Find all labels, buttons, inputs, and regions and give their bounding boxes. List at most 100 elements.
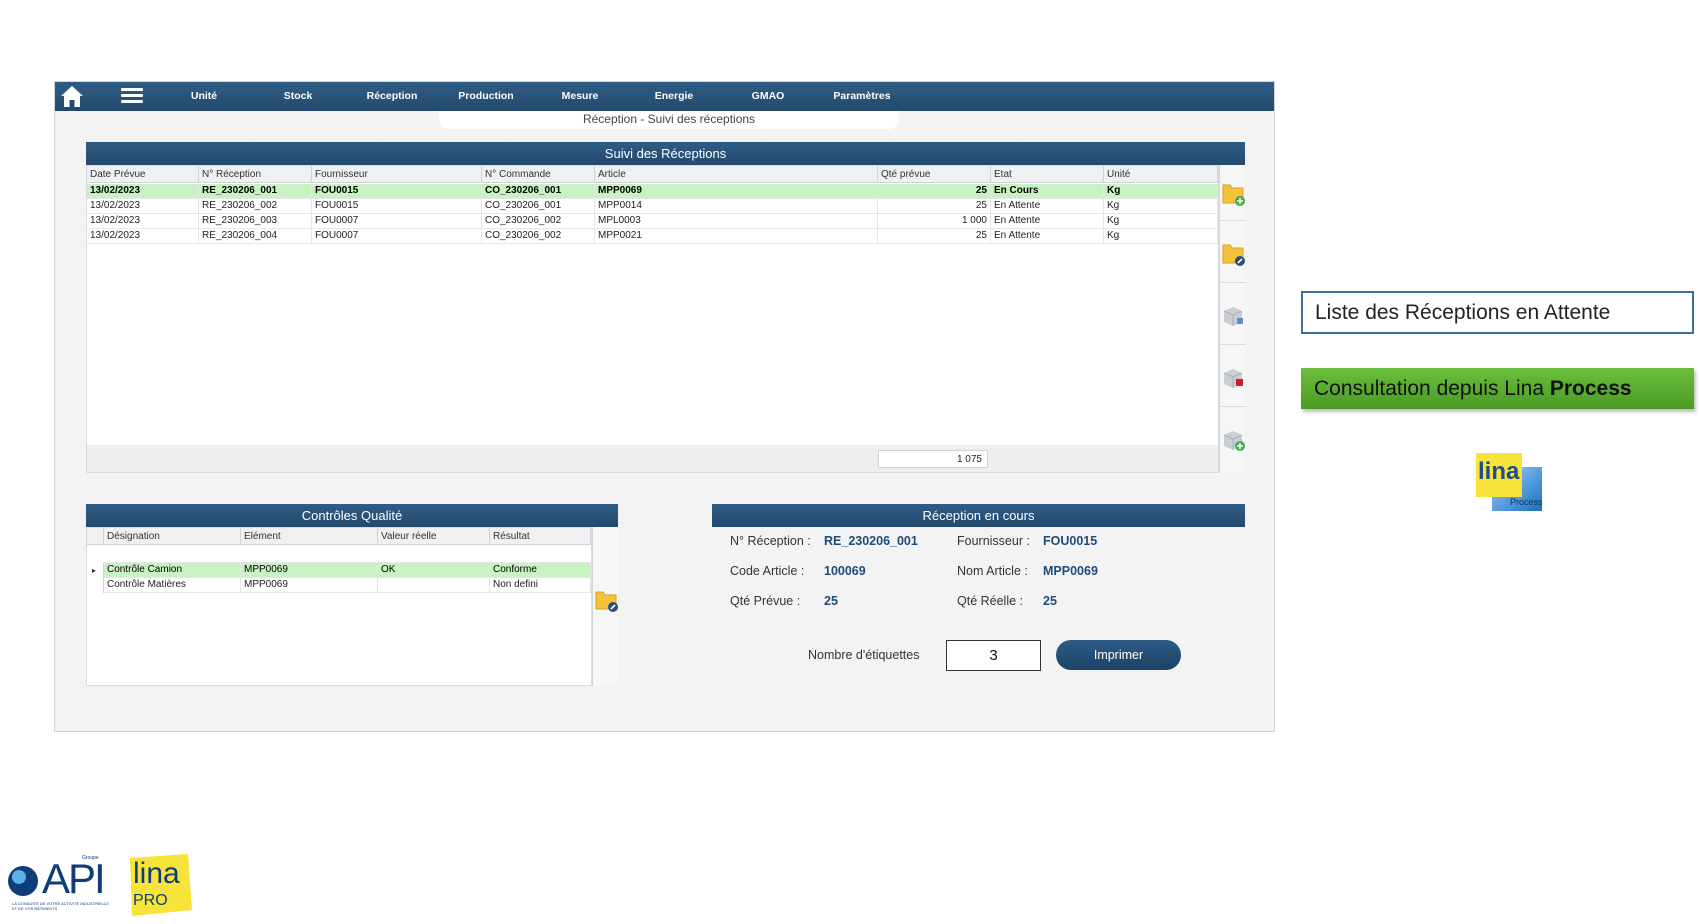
lina-process-logo: lina Process <box>1474 449 1546 515</box>
home-icon[interactable] <box>59 84 85 109</box>
col-qte-prevue[interactable]: Qté prévue <box>878 166 991 183</box>
reception-en-cours-title: Réception en cours <box>712 504 1245 527</box>
box-delete-icon[interactable] <box>1220 351 1246 407</box>
edit-folder-icon[interactable] <box>593 589 619 645</box>
lina-pro-text: lina <box>133 857 180 890</box>
col-element[interactable]: Elément <box>241 528 378 545</box>
col-valeur-reelle[interactable]: Valeur réelle <box>378 528 490 545</box>
cell-commande: CO_230206_001 <box>482 184 595 198</box>
cell-fournisseur: FOU0007 <box>312 214 482 228</box>
table-footer: 1 075 <box>86 445 1219 473</box>
table-header: Date Prévue N° Réception Fournisseur N° … <box>87 166 1218 183</box>
box-view-icon[interactable] <box>1220 289 1246 345</box>
table-row[interactable]: 13/02/2023 RE_230206_004 FOU0007 CO_2302… <box>87 229 1218 244</box>
nav-mesure[interactable]: Mesure <box>533 82 627 111</box>
cell-commande: CO_230206_001 <box>482 199 595 213</box>
cell-unite: Kg <box>1104 199 1218 213</box>
cell-date: 13/02/2023 <box>87 199 199 213</box>
cell-etat: En Attente <box>991 214 1104 228</box>
no-reception-value: RE_230206_001 <box>824 534 918 548</box>
cell-reception: RE_230206_001 <box>199 184 312 198</box>
print-button[interactable]: Imprimer <box>1056 640 1181 670</box>
code-article-value: 100069 <box>824 564 866 578</box>
cell-unite: Kg <box>1104 184 1218 198</box>
fournisseur-value: FOU0015 <box>1043 534 1098 548</box>
cell-qte: 25 <box>878 229 991 243</box>
nom-article-value: MPP0069 <box>1043 564 1098 578</box>
table-row[interactable]: 13/02/2023 RE_230206_003 FOU0007 CO_2302… <box>87 214 1218 229</box>
nom-article-label: Nom Article : <box>957 564 1028 578</box>
table-header: Désignation Elément Valeur réelle Résult… <box>87 528 591 545</box>
cell-unite: Kg <box>1104 229 1218 243</box>
api-logo: API Groupe LA CONDUITE DE VOTRE ACTIVITÉ… <box>4 855 114 915</box>
nav-reception[interactable]: Réception <box>345 82 439 111</box>
row-pointer-icon: ▸ <box>92 566 97 575</box>
controles-qualite-title: Contrôles Qualité <box>86 504 618 527</box>
code-article-label: Code Article : <box>730 564 805 578</box>
table-row[interactable]: Contrôle Camion MPP0069 OK Conforme <box>104 563 591 578</box>
col-date-prevue[interactable]: Date Prévue <box>87 166 199 183</box>
consultation-callout-bold: Process <box>1549 377 1632 400</box>
page-subtitle: Réception - Suivi des réceptions <box>439 111 899 129</box>
cell-etat: En Attente <box>991 199 1104 213</box>
no-reception-label: N° Réception : <box>730 534 811 548</box>
cell-fournisseur: FOU0015 <box>312 199 482 213</box>
nav-gmao[interactable]: GMAO <box>721 82 815 111</box>
col-resultat[interactable]: Résultat <box>490 528 591 545</box>
cell-valeur <box>378 578 490 592</box>
add-folder-icon[interactable] <box>1220 165 1246 221</box>
table-row[interactable]: 13/02/2023 RE_230206_002 FOU0015 CO_2302… <box>87 199 1218 214</box>
cell-reception: RE_230206_003 <box>199 214 312 228</box>
api-logo-tagline: LA CONDUITE DE VOTRE ACTIVITÉ INDUSTRIEL… <box>12 901 109 911</box>
nav-energie[interactable]: Energie <box>627 82 721 111</box>
cell-article: MPP0069 <box>595 184 878 198</box>
nav-parametres[interactable]: Paramètres <box>815 82 909 111</box>
nav-unite[interactable]: Unité <box>157 82 251 111</box>
cell-resultat: Non defini <box>490 578 591 592</box>
cell-reception: RE_230206_004 <box>199 229 312 243</box>
qte-reelle-value: 25 <box>1043 594 1057 608</box>
edit-folder-icon[interactable] <box>1220 227 1246 283</box>
qte-total: 1 075 <box>878 450 988 468</box>
cell-date: 13/02/2023 <box>87 214 199 228</box>
cell-qte: 25 <box>878 184 991 198</box>
qte-reelle-label: Qté Réelle : <box>957 594 1024 608</box>
cell-article: MPP0014 <box>595 199 878 213</box>
col-no-commande[interactable]: N° Commande <box>482 166 595 183</box>
etiquettes-input[interactable]: 3 <box>946 640 1041 671</box>
cell-commande: CO_230206_002 <box>482 214 595 228</box>
cell-etat: En Attente <box>991 229 1104 243</box>
nav-stock[interactable]: Stock <box>251 82 345 111</box>
cell-qte: 25 <box>878 199 991 213</box>
cell-resultat: Conforme <box>490 563 591 577</box>
cell-date: 13/02/2023 <box>87 184 199 198</box>
col-etat[interactable]: Etat <box>991 166 1104 183</box>
cell-valeur: OK <box>378 563 490 577</box>
col-designation[interactable]: Désignation <box>104 528 241 545</box>
cell-reception: RE_230206_002 <box>199 199 312 213</box>
col-unite[interactable]: Unité <box>1104 166 1218 183</box>
table-row[interactable]: Contrôle Matières MPP0069 Non defini <box>104 578 591 593</box>
api-logo-text: API <box>42 855 106 902</box>
table-row[interactable]: 13/02/2023 RE_230206_001 FOU0015 CO_2302… <box>87 184 1218 199</box>
controles-qualite-table: Désignation Elément Valeur réelle Résult… <box>86 527 592 686</box>
col-article[interactable]: Article <box>595 166 878 183</box>
suivi-receptions-title: Suivi des Réceptions <box>86 142 1245 165</box>
cell-article: MPL0003 <box>595 214 878 228</box>
fournisseur-label: Fournisseur : <box>957 534 1030 548</box>
cell-etat: En Cours <box>991 184 1104 198</box>
cell-qte: 1 000 <box>878 214 991 228</box>
api-logo-groupe: Groupe <box>82 855 99 861</box>
cell-fournisseur: FOU0015 <box>312 184 482 198</box>
cell-article: MPP0021 <box>595 229 878 243</box>
col-fournisseur[interactable]: Fournisseur <box>312 166 482 183</box>
cell-unite: Kg <box>1104 214 1218 228</box>
top-navigation-bar: Unité Stock Réception Production Mesure … <box>55 82 1274 111</box>
box-add-icon[interactable] <box>1220 413 1246 469</box>
liste-receptions-callout: Liste des Réceptions en Attente <box>1301 291 1694 334</box>
hamburger-menu-icon[interactable] <box>121 86 143 106</box>
cell-designation: Contrôle Matières <box>104 578 241 592</box>
controles-toolbar <box>592 527 618 686</box>
nav-production[interactable]: Production <box>439 82 533 111</box>
col-no-reception[interactable]: N° Réception <box>199 166 312 183</box>
